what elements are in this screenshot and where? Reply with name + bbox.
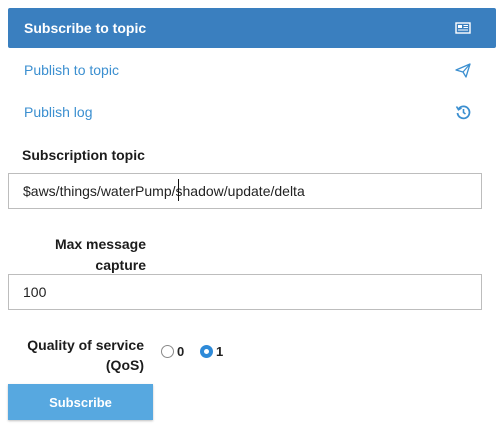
subscription-topic-label: Subscription topic: [22, 147, 145, 163]
max-message-capture-input[interactable]: [8, 274, 482, 310]
qos-option-label: 0: [177, 344, 185, 359]
nav-item-subscribe-to-topic[interactable]: Subscribe to topic: [8, 8, 496, 48]
subscribe-button[interactable]: Subscribe: [8, 384, 153, 420]
qos-option-1[interactable]: 1: [200, 344, 223, 359]
subscription-topic-input[interactable]: [8, 173, 482, 209]
paper-plane-icon: [454, 61, 472, 79]
qos-label: Quality of service (QoS): [20, 335, 144, 375]
max-message-capture-label-line2: capture: [95, 257, 146, 273]
qos-option-label: 1: [216, 344, 224, 359]
nav-item-label: Subscribe to topic: [24, 20, 147, 36]
nav-item-publish-to-topic[interactable]: Publish to topic: [8, 50, 496, 90]
qos-radio-1[interactable]: [200, 345, 213, 358]
nav-item-label: Publish log: [24, 104, 93, 120]
qos-option-0[interactable]: 0: [161, 344, 184, 359]
qos-label-line2: (QoS): [105, 357, 144, 373]
qos-label-line1: Quality of service: [27, 337, 144, 353]
subscription-panel: Subscribe to topic Publish to topic Publ…: [0, 0, 500, 429]
text-cursor: [178, 179, 179, 201]
max-message-capture-label-line1: Max message: [54, 236, 146, 252]
history-icon: [454, 103, 472, 121]
nav-item-label: Publish to topic: [24, 62, 119, 78]
max-message-capture-label: Max message capture: [20, 234, 146, 276]
nav-item-publish-log[interactable]: Publish log: [8, 92, 496, 132]
newspaper-icon: [454, 19, 472, 37]
qos-radio-0[interactable]: [161, 345, 174, 358]
